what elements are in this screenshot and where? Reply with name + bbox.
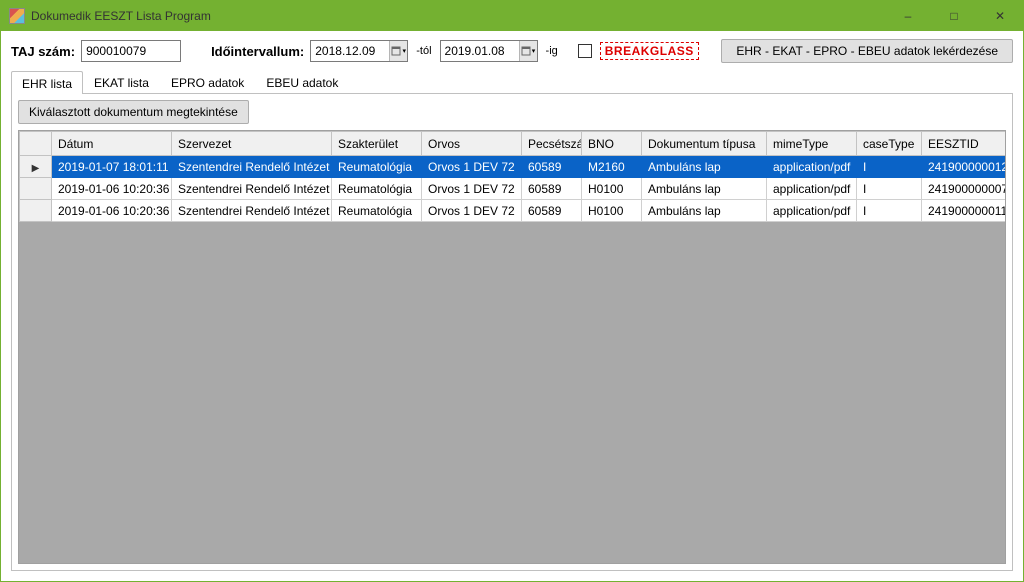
cell[interactable]: Reumatológia (332, 178, 422, 200)
date-to-picker[interactable]: ▾ (440, 40, 538, 62)
cell[interactable]: application/pdf (767, 178, 857, 200)
cell[interactable]: application/pdf (767, 156, 857, 178)
row-header[interactable] (20, 178, 52, 200)
suffix-to: -ig (544, 45, 560, 57)
tab-ebeu-adatok[interactable]: EBEU adatok (255, 71, 349, 94)
col-eesztid[interactable]: EESZTID (922, 132, 1007, 156)
taj-label: TAJ szám: (11, 44, 75, 59)
taj-input[interactable] (81, 40, 181, 62)
col-mimetype[interactable]: mimeType (767, 132, 857, 156)
cell[interactable]: Ambuláns lap (642, 156, 767, 178)
breakglass-label: BREAKGLASS (600, 42, 699, 60)
tab-epro-adatok[interactable]: EPRO adatok (160, 71, 255, 94)
tab-panel: Kiválasztott dokumentum megtekintése Dát… (11, 93, 1013, 571)
cell[interactable]: I (857, 200, 922, 222)
cell[interactable]: Szentendrei Rendelő Intézet 72 (172, 178, 332, 200)
cell[interactable]: 2019-01-07 18:01:11 (52, 156, 172, 178)
app-window: Dokumedik EESZT Lista Program – □ ✕ TAJ … (0, 0, 1024, 582)
data-grid[interactable]: Dátum Szervezet Szakterület Orvos Pecsét… (18, 130, 1006, 564)
cell[interactable]: Reumatológia (332, 200, 422, 222)
date-from-dropdown-icon[interactable]: ▾ (389, 41, 407, 61)
row-header[interactable] (20, 200, 52, 222)
col-datum[interactable]: Dátum (52, 132, 172, 156)
cell[interactable]: I (857, 156, 922, 178)
cell[interactable]: Orvos 1 DEV 72 (422, 178, 522, 200)
grid-header-row: Dátum Szervezet Szakterület Orvos Pecsét… (20, 132, 1007, 156)
toolbar: TAJ szám: Időintervallum: ▾ -tól ▾ -ig (11, 39, 1013, 63)
breakglass-checkbox[interactable] (578, 44, 592, 58)
cell[interactable]: 60589 (522, 156, 582, 178)
cell[interactable]: 2019-01-06 10:20:36 (52, 178, 172, 200)
cell[interactable]: Reumatológia (332, 156, 422, 178)
col-dokumentum-tipusa[interactable]: Dokumentum típusa (642, 132, 767, 156)
date-from-picker[interactable]: ▾ (310, 40, 408, 62)
interval-label: Időintervallum: (211, 44, 304, 59)
tab-ehr-lista[interactable]: EHR lista (11, 71, 83, 94)
cell[interactable]: Ambuláns lap (642, 200, 767, 222)
date-to-dropdown-icon[interactable]: ▾ (519, 41, 537, 61)
cell[interactable]: M2160 (582, 156, 642, 178)
tabstrip: EHR lista EKAT lista EPRO adatok EBEU ad… (11, 69, 1013, 93)
cell[interactable]: application/pdf (767, 200, 857, 222)
window-title: Dokumedik EESZT Lista Program (31, 9, 211, 23)
tab-ekat-lista[interactable]: EKAT lista (83, 71, 160, 94)
titlebar[interactable]: Dokumedik EESZT Lista Program – □ ✕ (1, 1, 1023, 31)
date-from-input[interactable] (311, 42, 389, 60)
col-szervezet[interactable]: Szervezet (172, 132, 332, 156)
table-row[interactable]: ▶ 2019-01-07 18:01:11Szentendrei Rendelő … (20, 156, 1007, 178)
cell[interactable]: Orvos 1 DEV 72 (422, 200, 522, 222)
cell[interactable]: Orvos 1 DEV 72 (422, 156, 522, 178)
cell[interactable]: Szentendrei Rendelő Intézet 72 (172, 200, 332, 222)
col-szakterulet[interactable]: Szakterület (332, 132, 422, 156)
cell[interactable]: 60589 (522, 200, 582, 222)
cell[interactable]: 2019-01-06 10:20:36 (52, 200, 172, 222)
cell[interactable]: H0100 (582, 178, 642, 200)
cell[interactable]: 241900000012205587 (922, 156, 1007, 178)
cell[interactable]: 241900000011910394 (922, 200, 1007, 222)
cell[interactable]: 241900000007339617 (922, 178, 1007, 200)
cell[interactable]: I (857, 178, 922, 200)
app-icon (9, 8, 25, 24)
cell[interactable]: H0100 (582, 200, 642, 222)
minimize-button[interactable]: – (885, 1, 931, 31)
col-pecsetszam[interactable]: Pecsétszám (522, 132, 582, 156)
table-row[interactable]: 2019-01-06 10:20:36Szentendrei Rendelő I… (20, 178, 1007, 200)
cell[interactable]: 60589 (522, 178, 582, 200)
query-button[interactable]: EHR - EKAT - EPRO - EBEU adatok lekérdez… (721, 39, 1013, 63)
client-area: TAJ szám: Időintervallum: ▾ -tól ▾ -ig (1, 31, 1023, 581)
col-casetype[interactable]: caseType (857, 132, 922, 156)
cell[interactable]: Szentendrei Rendelő Intézet 72 (172, 156, 332, 178)
grid-corner[interactable] (20, 132, 52, 156)
table-row[interactable]: 2019-01-06 10:20:36Szentendrei Rendelő I… (20, 200, 1007, 222)
row-header[interactable]: ▶ (20, 156, 52, 178)
cell[interactable]: Ambuláns lap (642, 178, 767, 200)
close-button[interactable]: ✕ (977, 1, 1023, 31)
col-orvos[interactable]: Orvos (422, 132, 522, 156)
maximize-button[interactable]: □ (931, 1, 977, 31)
row-indicator-icon: ▶ (32, 163, 40, 174)
view-document-button[interactable]: Kiválasztott dokumentum megtekintése (18, 100, 249, 124)
col-bno[interactable]: BNO (582, 132, 642, 156)
suffix-from: -tól (414, 45, 433, 57)
date-to-input[interactable] (441, 42, 519, 60)
